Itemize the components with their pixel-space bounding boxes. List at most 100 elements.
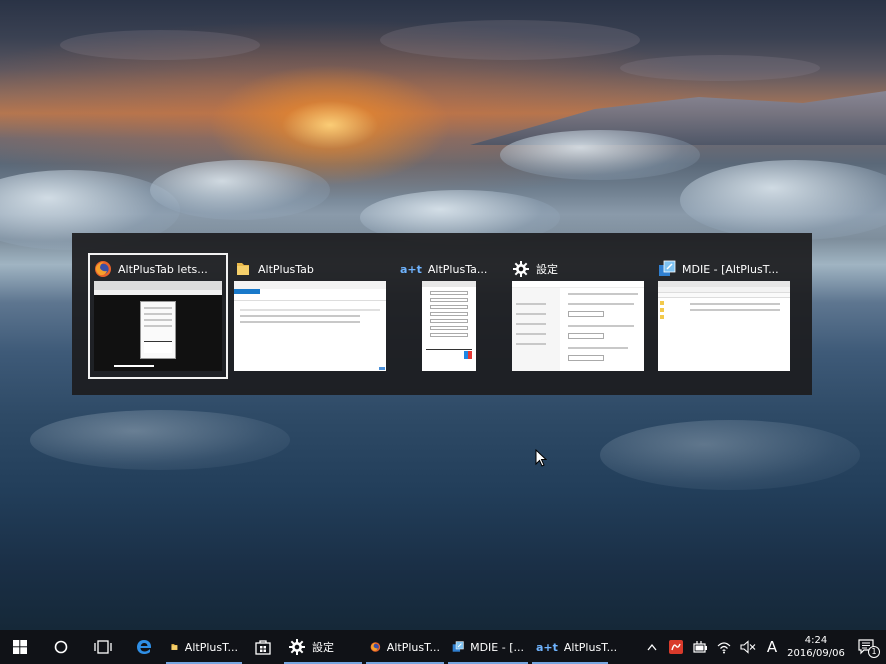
gear-icon <box>513 261 529 277</box>
thumb-button <box>430 298 468 302</box>
wallpaper-ice <box>500 130 700 180</box>
thumb-browser-toolbar <box>94 290 222 295</box>
thumb-line <box>516 303 546 305</box>
wallpaper-ice <box>680 160 886 240</box>
task-view-icon <box>94 640 112 654</box>
action-center-button[interactable]: 1 <box>848 630 886 664</box>
thumb-line <box>144 313 172 315</box>
window-thumbnail <box>422 281 476 371</box>
thumb-button <box>430 333 468 337</box>
store-icon <box>255 640 271 655</box>
thumb-line <box>240 321 360 323</box>
thumb-line <box>568 347 628 349</box>
thumb-field <box>568 311 604 317</box>
firefox-icon <box>95 261 111 277</box>
tile-header: a+t AltPlusTa... <box>400 259 487 279</box>
thumb-line <box>240 309 380 311</box>
switcher-tile-altplustab[interactable]: a+t AltPlusTa... <box>396 255 487 377</box>
thumb-line <box>568 325 634 327</box>
tile-header: MDIE - [AltPlusT... <box>658 259 779 279</box>
thumb-line <box>144 319 172 321</box>
taskbar-app-settings[interactable]: 設定 <box>282 630 364 664</box>
thumb-titlebar <box>234 281 386 289</box>
taskbar-app-label: AltPlusT... <box>386 640 440 654</box>
wallpaper-ice <box>150 160 330 220</box>
system-tray: A 4:24 2016/09/06 1 <box>640 630 886 664</box>
folder-icon <box>237 263 249 275</box>
tile-title: AltPlusTab lets... <box>118 262 208 276</box>
alt-tab-switcher: AltPlusTab lets... AltPlusTab a+t AltPlu… <box>72 233 812 395</box>
ime-mode-button[interactable]: A <box>760 630 784 664</box>
thumb-field <box>568 333 604 339</box>
folder-icon <box>171 644 178 650</box>
cortana-button[interactable] <box>40 630 82 664</box>
thumb-line <box>690 309 780 311</box>
tile-title: AltPlusTab <box>258 262 314 276</box>
wallpaper-cloud <box>60 30 260 60</box>
switcher-tile-mdie[interactable]: MDIE - [AltPlusT... <box>654 255 794 377</box>
thumb-line <box>690 303 780 305</box>
mdie-icon <box>452 641 464 652</box>
taskbar-app-store[interactable] <box>244 630 282 664</box>
tile-title: 設定 <box>536 263 558 276</box>
thumb-button <box>430 291 468 295</box>
network-button[interactable] <box>712 630 736 664</box>
taskbar-app-label: MDIE - [... <box>470 640 524 654</box>
tile-header: AltPlusTab <box>234 259 314 279</box>
battery-button[interactable] <box>688 630 712 664</box>
taskbar-app-label: AltPlusT... <box>563 640 618 654</box>
thumb-button <box>430 312 468 316</box>
window-thumbnail <box>512 281 644 371</box>
edge-icon <box>137 640 152 654</box>
chevron-up-icon <box>647 643 657 651</box>
wallpaper-cloud <box>620 55 820 81</box>
tile-header: 設定 <box>512 259 558 279</box>
thumb-view-toggle <box>379 367 385 370</box>
taskbar-app-altplustab[interactable]: a+t AltPlusT... <box>530 630 617 664</box>
thumb-logo-mark <box>464 351 472 359</box>
taskbar-app-firefox[interactable]: AltPlusT... <box>364 630 446 664</box>
thumb-line <box>516 323 546 325</box>
task-view-button[interactable] <box>82 630 124 664</box>
thumb-line <box>144 307 172 309</box>
thumb-nav-pane <box>512 288 560 371</box>
window-thumbnail <box>658 281 790 371</box>
tile-title: AltPlusTa... <box>427 262 488 276</box>
show-hidden-icons-button[interactable] <box>640 630 664 664</box>
thumb-line <box>144 325 172 327</box>
thumb-ribbon-file <box>234 289 260 294</box>
wifi-icon <box>717 642 731 654</box>
windows-logo-icon <box>13 640 27 654</box>
edge-button[interactable] <box>124 630 164 664</box>
taskbar-app-mdie[interactable]: MDIE - [... <box>446 630 530 664</box>
thumb-titlebar <box>512 281 644 288</box>
thumb-line <box>568 293 638 295</box>
taskbar-app-folder[interactable]: AltPlusT... <box>164 630 244 664</box>
thumb-line <box>516 343 546 345</box>
volume-button[interactable] <box>736 630 760 664</box>
thumb-button <box>430 326 468 330</box>
thumb-tree-node <box>660 315 664 319</box>
start-button[interactable] <box>0 630 40 664</box>
thumb-tree-node <box>660 301 664 305</box>
tile-title: MDIE - [AltPlusT... <box>682 262 779 276</box>
switcher-tile-folder[interactable]: AltPlusTab <box>230 255 390 377</box>
altplustab-icon: a+t <box>400 262 422 276</box>
wallpaper-cloud <box>380 20 640 60</box>
gear-icon <box>289 639 305 655</box>
switcher-tile-settings[interactable]: 設定 <box>508 255 648 377</box>
battery-plug-icon <box>693 641 707 653</box>
window-thumbnail <box>94 281 222 371</box>
thumb-line <box>516 313 546 315</box>
thumb-button <box>430 319 468 323</box>
altplustab-icon: a+t <box>536 640 558 654</box>
cortana-circle-icon <box>54 640 68 654</box>
thumb-tree-node <box>660 308 664 312</box>
firefox-icon <box>370 642 381 652</box>
clock-button[interactable]: 4:24 2016/09/06 <box>784 634 848 660</box>
mouse-cursor-icon <box>535 449 547 467</box>
red-app-tray-icon <box>669 640 683 654</box>
thumb-progress <box>114 365 154 367</box>
tray-app-button[interactable] <box>664 630 688 664</box>
switcher-tile-firefox[interactable]: AltPlusTab lets... <box>88 253 228 379</box>
